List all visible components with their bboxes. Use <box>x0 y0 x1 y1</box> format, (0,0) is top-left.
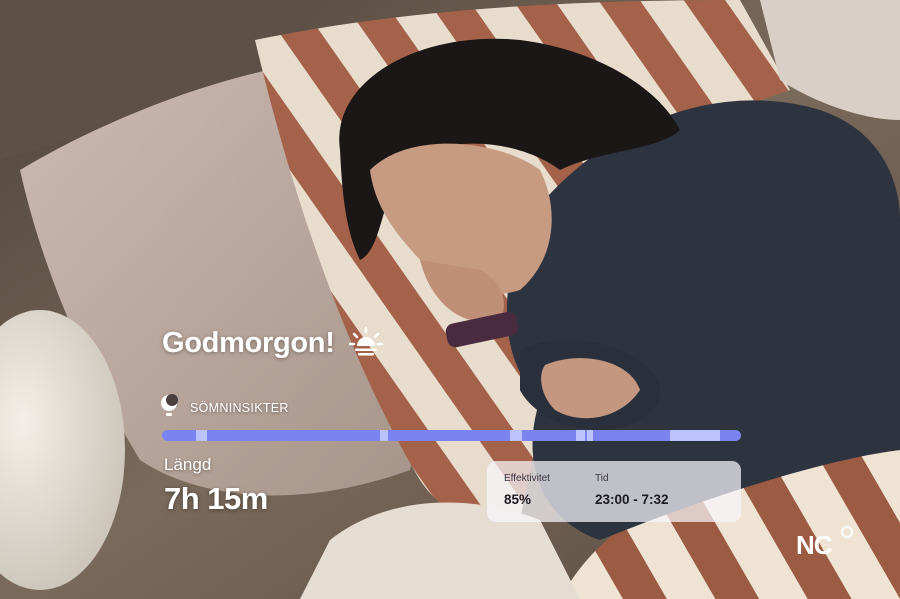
sleep-segment-light <box>587 430 593 441</box>
sleep-insights-header: SÖMNINSIKTER <box>158 393 289 422</box>
sleep-insights-label: SÖMNINSIKTER <box>190 400 289 415</box>
sleep-length: Längd 7h 15m <box>164 455 268 517</box>
sunrise-icon <box>348 326 383 361</box>
length-value: 7h 15m <box>164 481 268 516</box>
efficiency-stat: Effektivitet 85% <box>504 473 550 507</box>
sleep-stages-bar <box>162 430 741 441</box>
time-label: Tid <box>595 473 609 484</box>
sleep-segment-light <box>576 430 585 441</box>
logo-ring-icon <box>841 526 853 538</box>
sleep-stats-card: Effektivitet 85% Tid 23:00 - 7:32 <box>487 461 741 522</box>
moon-clock-icon <box>158 393 180 422</box>
brand-logo: NC <box>796 526 860 562</box>
efficiency-value: 85% <box>504 492 532 507</box>
efficiency-label: Effektivitet <box>504 473 550 484</box>
sleep-segment-light <box>380 430 388 441</box>
sleep-segment-light <box>510 430 522 441</box>
greeting: Godmorgon! <box>162 326 383 361</box>
length-label: Längd <box>164 455 212 474</box>
time-value: 23:00 - 7:32 <box>595 492 669 507</box>
logo-text: NC <box>796 530 833 560</box>
background-photo <box>0 0 900 599</box>
sleep-segment-light <box>196 430 207 441</box>
greeting-title: Godmorgon! <box>162 327 335 359</box>
time-stat: Tid 23:00 - 7:32 <box>595 473 669 507</box>
sleep-segment-light <box>670 430 720 441</box>
